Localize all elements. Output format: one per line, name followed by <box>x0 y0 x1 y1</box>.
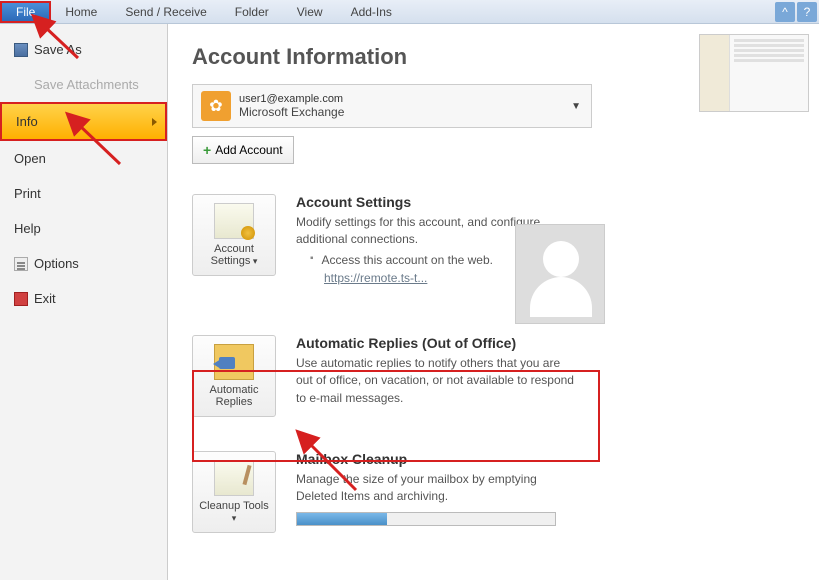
account-settings-button-label: Account Settings <box>211 243 258 267</box>
ribbon-bar: File Home Send / Receive Folder View Add… <box>0 0 819 24</box>
main-panel: Account Information ✿ user1@example.com … <box>168 24 819 580</box>
settings-icon <box>214 203 254 239</box>
section-account-settings: Account Settings Account Settings Modify… <box>192 194 795 285</box>
annotation-highlight-auto-replies <box>192 370 600 462</box>
sidebar-print[interactable]: Print <box>0 176 167 211</box>
tab-folder[interactable]: Folder <box>221 1 283 23</box>
sidebar-info-label: Info <box>16 114 38 129</box>
auto-replies-title: Automatic Replies (Out of Office) <box>296 335 795 351</box>
sidebar-help-label: Help <box>14 221 41 236</box>
sidebar-help[interactable]: Help <box>0 211 167 246</box>
save-icon <box>14 43 28 57</box>
sidebar-open[interactable]: Open <box>0 141 167 176</box>
options-icon <box>14 257 28 271</box>
mailbox-usage-fill <box>297 513 387 525</box>
exchange-logo-icon: ✿ <box>201 91 231 121</box>
tab-send-receive[interactable]: Send / Receive <box>111 1 220 23</box>
backstage-sidebar: Save As Save Attachments Info Open Print… <box>0 24 168 580</box>
tab-file[interactable]: File <box>0 1 51 23</box>
print-preview-thumbnail <box>699 34 809 112</box>
cleanup-desc: Manage the size of your mailbox by empty… <box>296 471 576 506</box>
tab-view[interactable]: View <box>283 1 337 23</box>
account-settings-button[interactable]: Account Settings <box>192 194 276 276</box>
sidebar-info[interactable]: Info <box>0 102 167 141</box>
account-selector[interactable]: ✿ user1@example.com Microsoft Exchange ▼ <box>192 84 592 128</box>
account-type: Microsoft Exchange <box>239 105 344 119</box>
help-icon[interactable]: ? <box>797 2 817 22</box>
sidebar-exit[interactable]: Exit <box>0 281 167 316</box>
sidebar-print-label: Print <box>14 186 41 201</box>
sidebar-save-as[interactable]: Save As <box>0 32 167 67</box>
account-email: user1@example.com <box>239 93 344 105</box>
mailbox-usage-bar <box>296 512 556 526</box>
section-mailbox-cleanup: Cleanup Tools Mailbox Cleanup Manage the… <box>192 451 795 533</box>
exit-icon <box>14 292 28 306</box>
settings-title: Account Settings <box>296 194 795 210</box>
account-text: user1@example.com Microsoft Exchange <box>239 93 344 119</box>
account-dropdown-icon[interactable]: ▼ <box>571 101 581 112</box>
ribbon-minimize-icon[interactable]: ^ <box>775 2 795 22</box>
sidebar-options[interactable]: Options <box>0 246 167 281</box>
sidebar-open-label: Open <box>14 151 46 166</box>
ribbon-help-area: ^ ? <box>775 2 819 22</box>
sidebar-save-as-label: Save As <box>34 42 82 57</box>
sidebar-save-attachments-label: Save Attachments <box>34 77 139 92</box>
cleanup-icon <box>214 460 254 496</box>
add-account-button[interactable]: + Add Account <box>192 136 294 164</box>
add-account-label: Add Account <box>215 143 282 157</box>
attachment-icon <box>14 78 28 92</box>
sidebar-options-label: Options <box>34 256 79 271</box>
cleanup-tools-button-label: Cleanup Tools <box>199 500 269 524</box>
sidebar-save-attachments: Save Attachments <box>0 67 167 102</box>
tab-addins[interactable]: Add-Ins <box>337 1 406 23</box>
tab-home[interactable]: Home <box>51 1 111 23</box>
contact-avatar-placeholder <box>515 224 605 324</box>
cleanup-tools-button[interactable]: Cleanup Tools <box>192 451 276 533</box>
sidebar-exit-label: Exit <box>34 291 56 306</box>
plus-icon: + <box>203 142 211 158</box>
